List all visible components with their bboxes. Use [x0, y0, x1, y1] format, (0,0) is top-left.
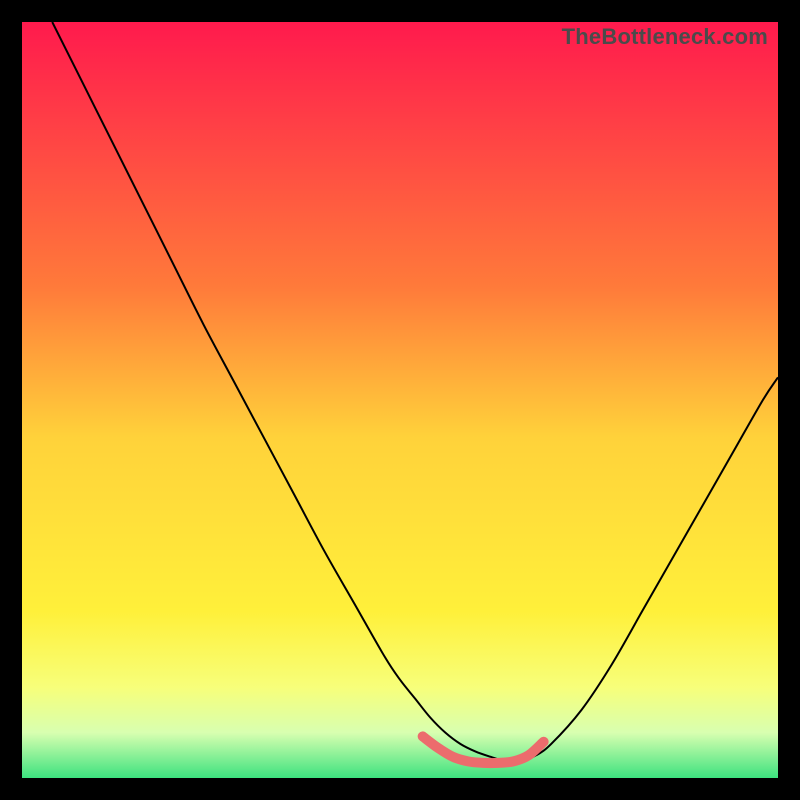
- chart-frame: TheBottleneck.com: [0, 0, 800, 800]
- gradient-background: [22, 22, 778, 778]
- plot-area: TheBottleneck.com: [22, 22, 778, 778]
- watermark-text: TheBottleneck.com: [562, 24, 768, 50]
- chart-svg: [22, 22, 778, 778]
